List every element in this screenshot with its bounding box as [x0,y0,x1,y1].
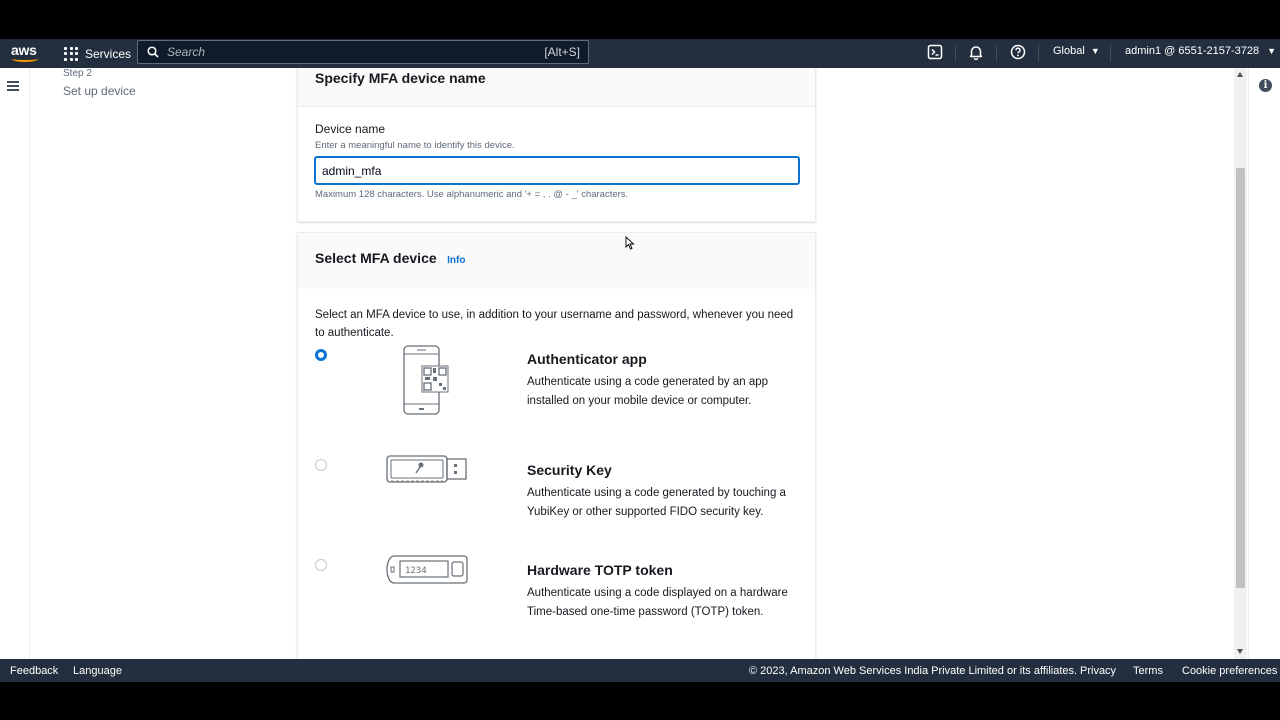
device-name-input[interactable] [314,156,800,185]
main-content: Step 2 Set up device Specify MFA device … [0,68,1280,659]
option-description: Authenticate using a code generated by a… [527,376,769,407]
nav-divider [1110,45,1111,62]
info-panel-icon[interactable]: i [1259,79,1272,92]
services-label: Services [85,46,132,61]
aws-logo[interactable]: aws [10,41,40,65]
caret-down-icon: ▼ [1090,46,1100,56]
terms-link[interactable]: Terms [1133,665,1163,677]
feedback-link[interactable]: Feedback [10,665,58,677]
radio-security-key[interactable] [315,459,327,471]
option-description: Authenticate using a code generated by t… [527,487,786,518]
wizard-steps: Step 2 Set up device [63,68,136,98]
language-link[interactable]: Language [73,665,122,677]
caret-down-icon: ▼ [1267,46,1277,56]
option-title: Security Key [527,462,612,478]
search-bar[interactable]: [Alt+S] [137,40,589,64]
mouse-cursor-icon [625,236,635,250]
step-title[interactable]: Set up device [63,84,136,98]
step-number: Step 2 [63,68,92,79]
token-display-text: 1234 [405,566,427,576]
services-menu-button[interactable]: Services [64,43,131,64]
mfa-device-title: Select MFA device [315,250,437,266]
option-description: Authenticate using a code displayed on a… [527,587,788,618]
footer: Feedback Language © 2023, Amazon Web Ser… [0,659,1280,682]
mfa-device-header: Select MFA device Info [298,233,815,289]
region-selector[interactable]: Global ▼ [1053,45,1100,57]
privacy-link[interactable]: Privacy [1080,665,1116,677]
account-label: admin1 @ 6551-2157-3728 [1125,45,1260,57]
help-icon[interactable] [1009,43,1027,61]
region-label: Global [1053,45,1085,57]
device-name-title: Specify MFA device name [315,70,486,86]
info-link[interactable]: Info [447,255,465,266]
radio-hardware-totp[interactable] [315,559,327,571]
search-input[interactable] [167,44,507,60]
letterbox-top [0,0,1280,39]
bell-icon[interactable] [967,43,985,61]
letterbox-bottom [0,682,1280,720]
search-icon [147,46,159,58]
scroll-up-arrow-icon[interactable] [1237,72,1243,77]
nav-divider [996,45,997,62]
device-name-constraint: Maximum 128 characters. Use alphanumeric… [315,189,629,200]
option-security-key[interactable]: Security Key Authenticate using a code g… [298,455,817,535]
option-hardware-totp[interactable]: 1234 Hardware TOTP token Authenticate us… [298,555,817,635]
device-name-header: Specify MFA device name [298,68,815,107]
scrollbar-thumb[interactable] [1236,168,1245,588]
right-tools-rail: i [1248,68,1280,659]
hamburger-menu-icon[interactable] [7,81,19,91]
cookie-preferences-link[interactable]: Cookie preferences [1182,665,1277,677]
mfa-device-description: Select an MFA device to use, in addition… [315,309,794,339]
device-name-description: Enter a meaningful name to identify this… [315,140,515,151]
usb-key-icon [386,455,467,483]
device-name-container: Specify MFA device name Device name Ente… [297,68,816,222]
account-menu[interactable]: admin1 @ 6551-2157-3728 ▼ [1125,45,1276,57]
left-navigation-rail [0,68,30,659]
mfa-device-container: Select MFA device Info Select an MFA dev… [297,232,816,659]
nav-divider [955,45,956,62]
scroll-down-arrow-icon[interactable] [1237,649,1243,654]
option-title: Authenticator app [527,351,647,367]
radio-authenticator-app[interactable] [315,349,327,361]
phone-qr-icon [403,345,449,415]
totp-token-icon: 1234 [386,555,468,584]
grid-icon [64,46,78,61]
aws-smile-icon [12,56,38,62]
cloudshell-icon[interactable] [926,43,944,61]
option-title: Hardware TOTP token [527,562,673,578]
nav-divider [1038,45,1039,62]
search-shortcut-hint: [Alt+S] [544,45,580,59]
device-name-label: Device name [315,122,386,136]
option-authenticator-app[interactable]: Authenticator app Authenticate using a c… [298,345,817,425]
copyright-text: © 2023, Amazon Web Services India Privat… [749,665,1078,677]
vertical-scrollbar[interactable] [1234,68,1247,659]
top-navigation: aws Services [Alt+S] Global ▼ admi [0,39,1280,68]
